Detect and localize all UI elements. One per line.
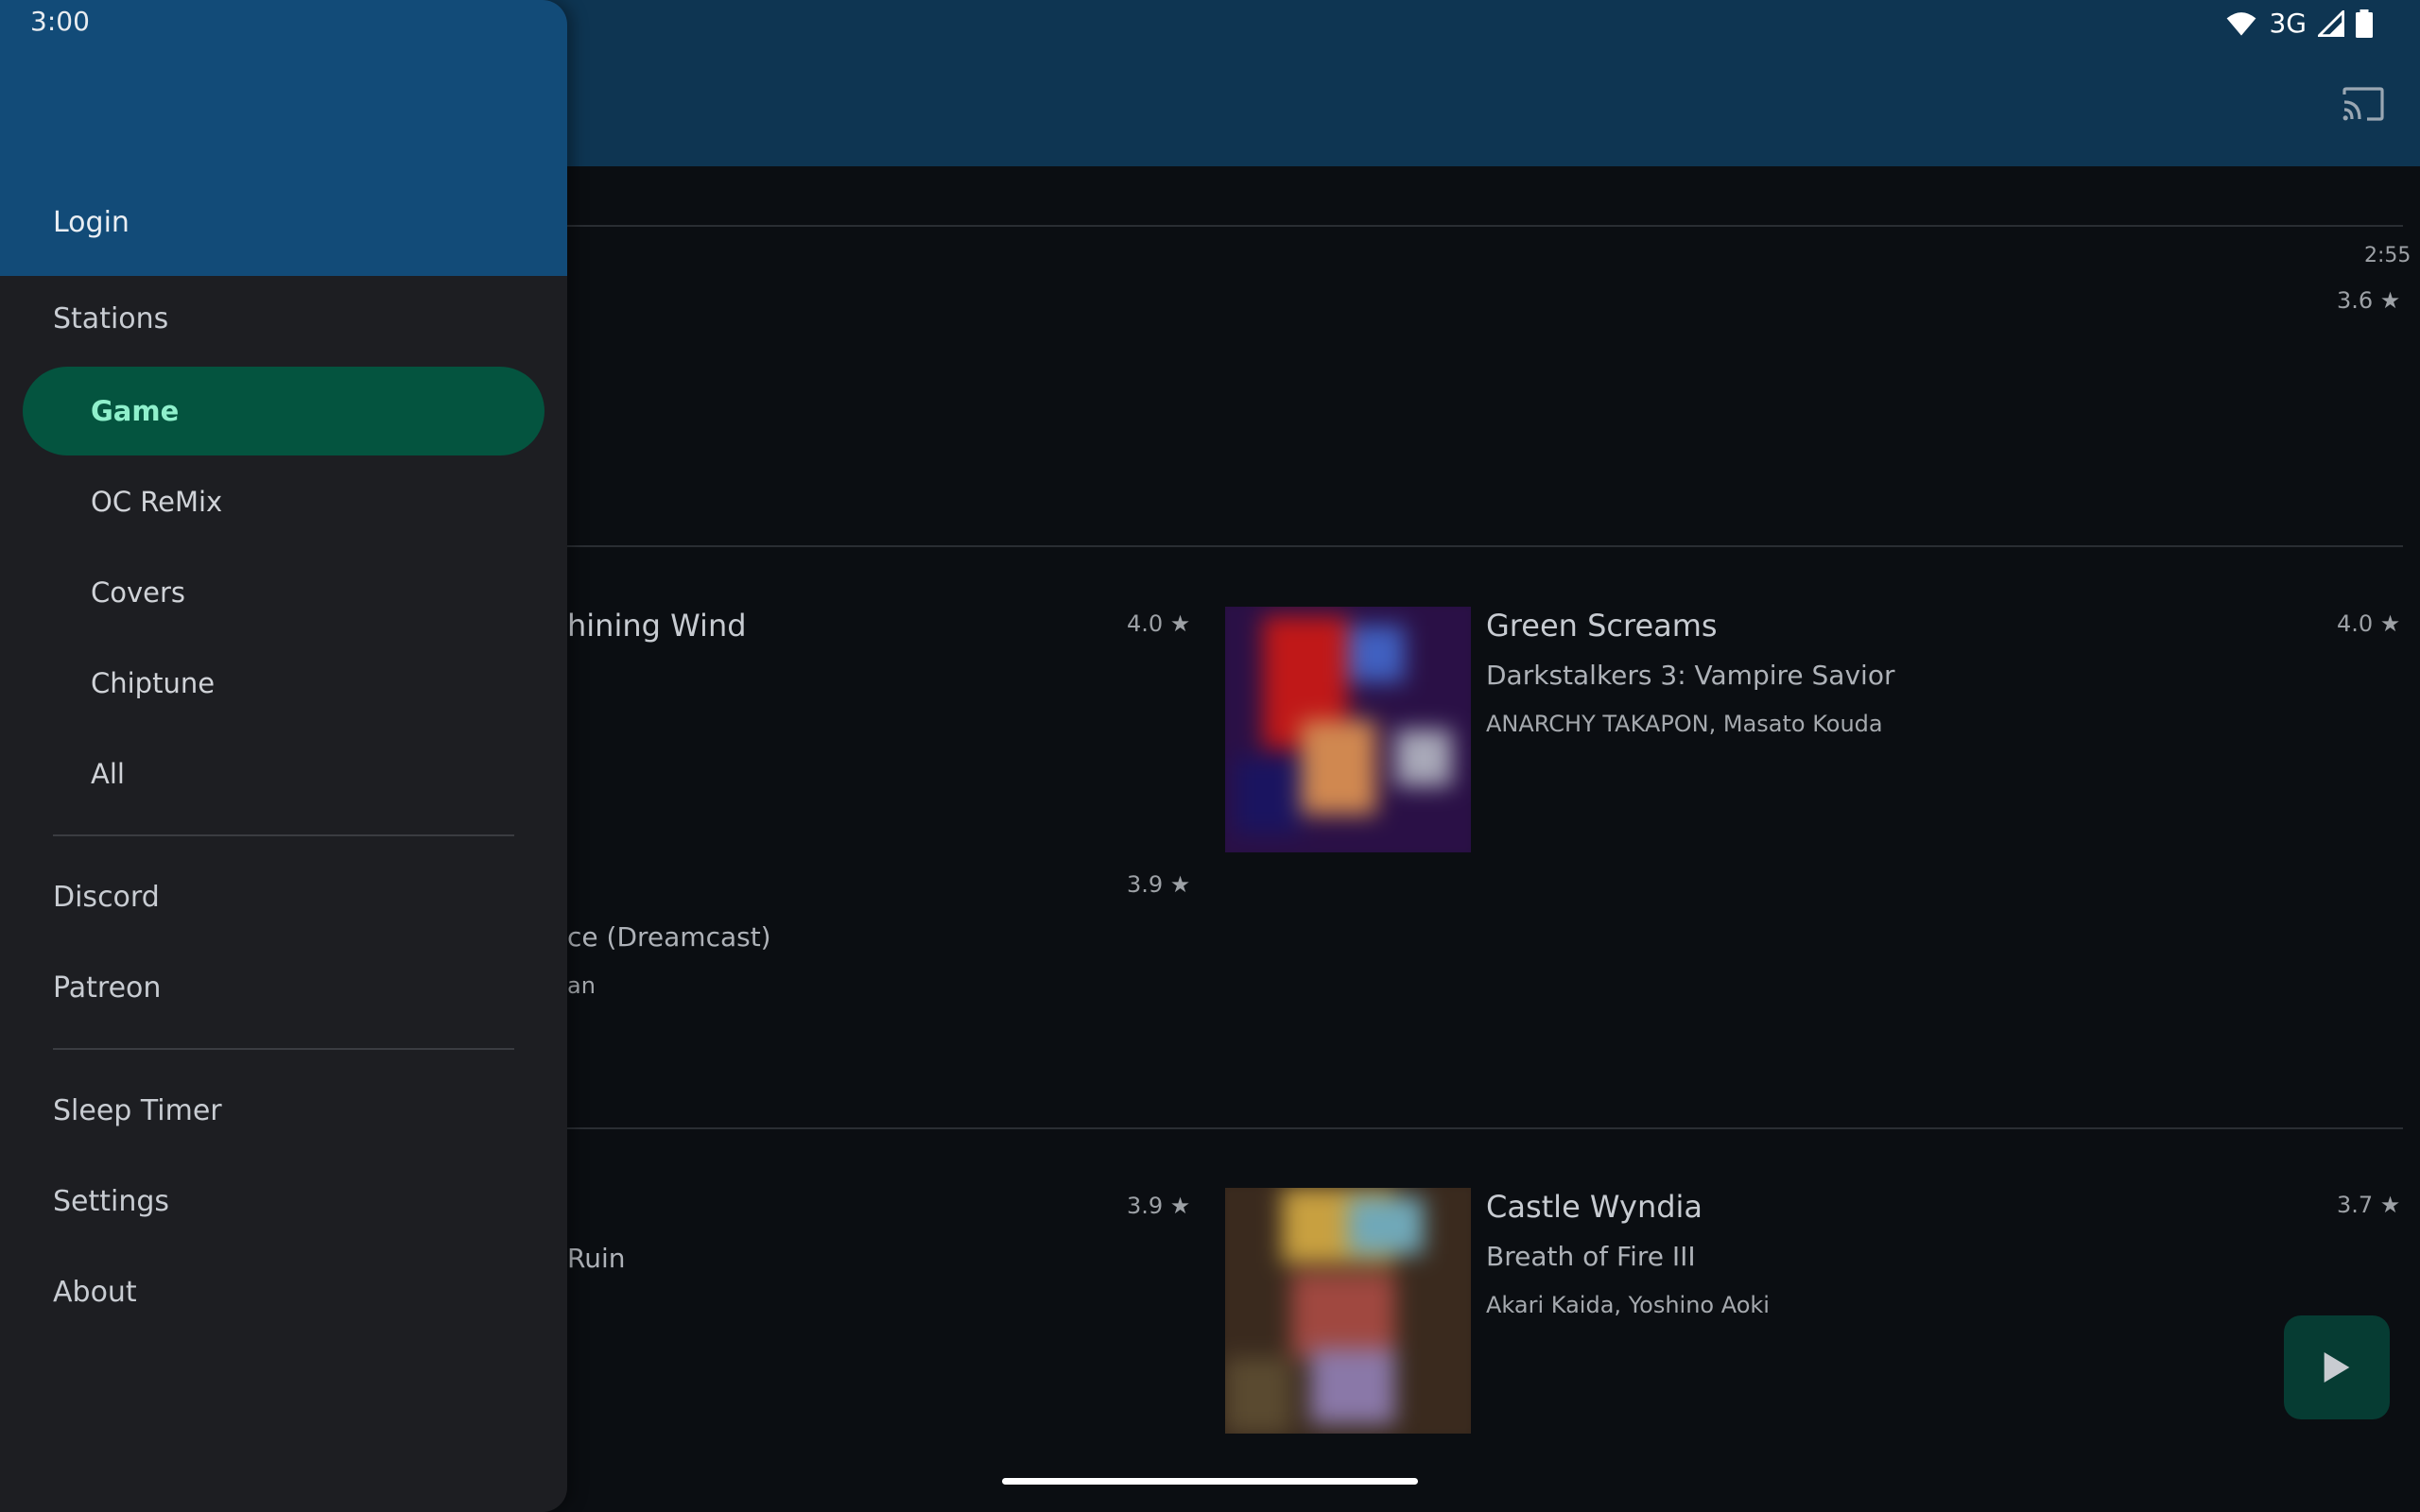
album-art-green-screams[interactable] — [1225, 607, 1471, 852]
navigation-drawer: Login Stations Game OC ReMix Covers Chip… — [0, 0, 567, 1512]
song-rating: 3.9 ★ — [1127, 1193, 1191, 1219]
song-title[interactable]: Castle Wyndia — [1486, 1189, 1703, 1225]
gesture-handle[interactable] — [1002, 1478, 1418, 1485]
album-art-castle-wyndia[interactable] — [1225, 1188, 1471, 1434]
list-divider — [567, 225, 2403, 227]
battery-icon — [2356, 9, 2373, 38]
song-rating: 4.0 ★ — [2337, 610, 2401, 637]
song-game: Breath of Fire III — [1486, 1241, 1696, 1272]
patreon-link[interactable]: Patreon — [53, 971, 161, 1005]
station-covers[interactable]: Covers — [23, 548, 544, 637]
cast-icon[interactable] — [2341, 85, 2386, 123]
song-title[interactable]: Green Screams — [1486, 608, 1718, 644]
status-time: 3:00 — [30, 6, 90, 37]
play-icon — [2324, 1352, 2350, 1383]
station-game[interactable]: Game — [23, 367, 544, 455]
login-button[interactable]: Login — [53, 206, 130, 239]
station-all[interactable]: All — [23, 730, 544, 818]
list-divider — [567, 545, 2403, 547]
station-oc-remix[interactable]: OC ReMix — [23, 457, 544, 546]
discord-link[interactable]: Discord — [53, 881, 160, 914]
list-divider — [567, 1127, 2403, 1129]
settings-item[interactable]: Settings — [53, 1185, 169, 1218]
signal-icon — [2318, 9, 2344, 37]
song-rating: 3.9 ★ — [1127, 871, 1191, 898]
song-game: ce (Dreamcast) — [567, 921, 771, 953]
song-artists: ANARCHY TAKAPON, Masato Kouda — [1486, 711, 1883, 737]
station-chiptune[interactable]: Chiptune — [23, 639, 544, 728]
sleep-timer-item[interactable]: Sleep Timer — [53, 1094, 222, 1127]
play-button[interactable] — [2284, 1315, 2390, 1419]
stations-header: Stations — [53, 302, 169, 335]
drawer-divider — [53, 834, 514, 836]
station-label: Game — [91, 395, 180, 427]
song-rating: 4.0 ★ — [1127, 610, 1191, 637]
status-icons: 3G — [2225, 8, 2373, 39]
song-artists: an — [567, 972, 596, 999]
song-title[interactable]: hining Wind — [567, 608, 747, 644]
station-label: Chiptune — [91, 667, 216, 699]
wifi-icon — [2227, 11, 2256, 36]
song-artists: Akari Kaida, Yoshino Aoki — [1486, 1292, 1770, 1318]
station-label: Covers — [91, 576, 186, 609]
drawer-header: Login — [0, 0, 567, 276]
station-label: All — [91, 758, 125, 790]
song-rating: 3.7 ★ — [2337, 1192, 2401, 1218]
network-type: 3G — [2269, 8, 2307, 39]
about-item[interactable]: About — [53, 1276, 137, 1309]
song-game: Ruin — [567, 1243, 626, 1274]
now-playing-rating: 3.6 ★ — [2337, 287, 2401, 314]
song-game: Darkstalkers 3: Vampire Savior — [1486, 660, 1895, 691]
now-playing-time: 2:55 — [2364, 244, 2411, 267]
station-label: OC ReMix — [91, 486, 223, 518]
drawer-divider — [53, 1048, 514, 1050]
